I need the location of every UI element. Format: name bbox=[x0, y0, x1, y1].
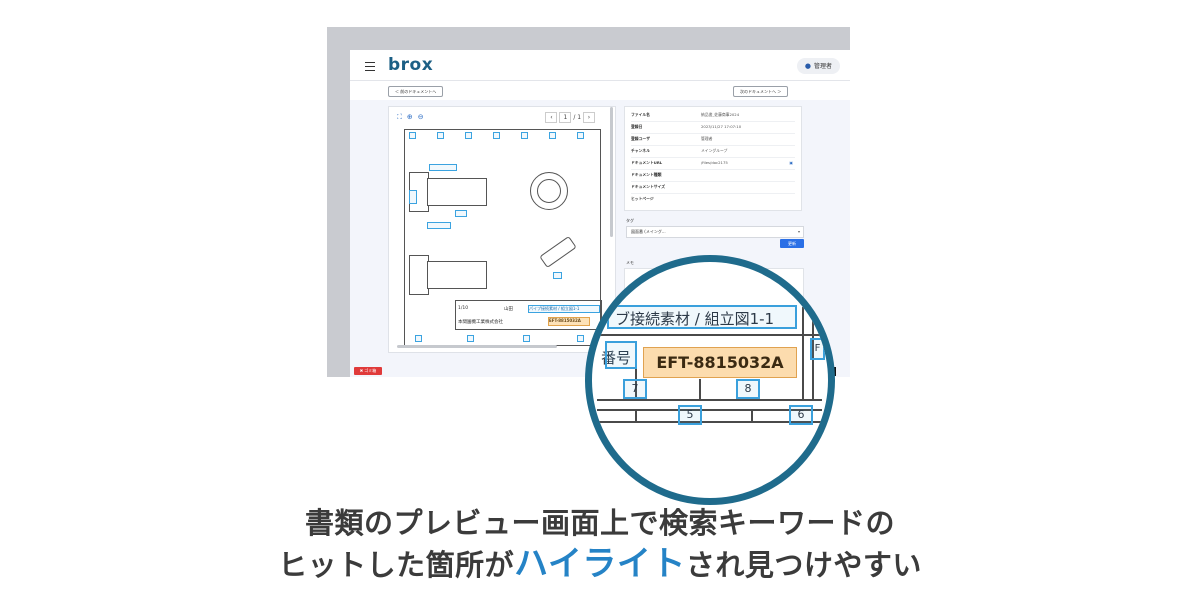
title-block: 1/10 山田 パイプ接続素材 / 組立図1-1 本間園機工業株式会社 EFT-… bbox=[455, 300, 602, 330]
menu-icon[interactable] bbox=[365, 62, 375, 71]
grid-marker-7: 7 bbox=[623, 379, 647, 399]
grid-marker-8: 8 bbox=[736, 379, 760, 399]
user-icon: ● bbox=[804, 62, 811, 70]
bolt-shaft-1 bbox=[427, 178, 487, 206]
tag-label: タグ bbox=[626, 218, 634, 223]
number-hit-highlight: EFT-8815032A bbox=[548, 317, 590, 326]
prev-document-button[interactable]: ＜ 前のドキュメントへ bbox=[388, 86, 444, 97]
top-bar: brox ● 管理者 bbox=[350, 50, 850, 81]
grid-marker bbox=[409, 132, 416, 139]
next-document-button[interactable]: 次のドキュメントへ ＞ bbox=[733, 86, 789, 97]
magnified-grid-hit bbox=[605, 341, 637, 369]
zoom-in-icon[interactable]: ⊕ bbox=[407, 113, 413, 121]
caption-line-2-post: され見つけやすい bbox=[685, 548, 922, 582]
drawing-page: 1/10 山田 パイプ接続素材 / 組立図1-1 本間園機工業株式会社 EFT-… bbox=[404, 129, 602, 346]
next-page-button[interactable]: › bbox=[583, 112, 595, 123]
dimension-hit bbox=[429, 164, 457, 171]
viewer-horizontal-scrollbar[interactable] bbox=[397, 345, 557, 348]
dimension-hit bbox=[553, 272, 562, 279]
grid-marker-5: 5 bbox=[678, 405, 702, 425]
app-logo: brox bbox=[388, 55, 434, 75]
trash-badge[interactable]: ✖ ゴミ箱 bbox=[354, 367, 382, 375]
grid-marker bbox=[465, 132, 472, 139]
user-label: 管理者 bbox=[813, 63, 832, 70]
magnifier-content: ブ接続素材 / 組立図1-1 番号 EFT-8815032A F 7 8 5 6 bbox=[592, 262, 828, 498]
page-total: 1 bbox=[577, 114, 582, 121]
grid-marker bbox=[549, 132, 556, 139]
grid-marker-6: 6 bbox=[789, 405, 813, 425]
magnifier: ブ接続素材 / 組立図1-1 番号 EFT-8815032A F 7 8 5 6 bbox=[585, 255, 835, 505]
grid-marker bbox=[493, 132, 500, 139]
fit-icon[interactable]: ⛶ bbox=[397, 113, 402, 121]
bolt-head-2 bbox=[409, 255, 429, 295]
magnified-title-hit: ブ接続素材 / 組立図1-1 bbox=[607, 305, 797, 329]
drawer-name: 山田 bbox=[504, 307, 513, 312]
document-viewer: ⛶ ⊕ ⊖ ‹ 1 / 1 › 1/10 山田 パイプ接続素材 / 組立図1-1… bbox=[388, 106, 616, 353]
dimension-hit bbox=[455, 210, 467, 217]
document-info-panel: ファイル名 納品書_佐藤商事2024 登録日 2023/11/27 17:07:10… bbox=[624, 106, 802, 211]
prev-page-button[interactable]: ‹ bbox=[545, 112, 558, 123]
dimension-hit bbox=[427, 222, 451, 229]
page-current[interactable]: 1 bbox=[559, 112, 572, 123]
grid-marker bbox=[523, 335, 530, 342]
front-view-inner bbox=[537, 179, 561, 203]
drawing-line bbox=[635, 411, 637, 421]
magnified-number-highlight: EFT-8815032A bbox=[643, 347, 797, 378]
caption-accent: ハイライト bbox=[514, 544, 686, 584]
tag-chip[interactable]: 図面番 (メイング... bbox=[631, 229, 666, 234]
grid-marker bbox=[415, 335, 422, 342]
grid-marker bbox=[467, 335, 474, 342]
drawing-line bbox=[699, 379, 701, 399]
grid-marker bbox=[577, 132, 584, 139]
info-row: ヒットページ bbox=[631, 196, 654, 201]
caption-line-2-pre: ヒットした箇所が bbox=[278, 548, 515, 582]
tag-select[interactable]: 図面番 (メイング... ▾ bbox=[626, 226, 804, 238]
title-hit: パイプ接続素材 / 組立図1-1 bbox=[528, 305, 600, 313]
pager: ‹ 1 / 1 › bbox=[545, 112, 595, 123]
viewer-toolbar: ⛶ ⊕ ⊖ bbox=[397, 113, 429, 122]
grid-marker bbox=[437, 132, 444, 139]
grid-marker bbox=[577, 335, 584, 342]
chevron-down-icon: ▾ bbox=[797, 229, 800, 234]
user-menu[interactable]: ● 管理者 bbox=[796, 58, 840, 74]
update-button[interactable]: 更新 bbox=[780, 239, 804, 248]
grid-marker bbox=[521, 132, 528, 139]
iso-view bbox=[539, 235, 577, 269]
company-name: 本間園機工業株式会社 bbox=[458, 320, 503, 325]
drawing-line bbox=[597, 399, 822, 401]
dimension-hit bbox=[409, 190, 417, 204]
scale-value: 1/10 bbox=[458, 306, 469, 311]
caption-line-2: ヒットした箇所がハイライトされ見つけやすい bbox=[0, 536, 1200, 585]
viewer-vertical-scrollbar[interactable] bbox=[610, 107, 613, 237]
drawing-line bbox=[802, 307, 804, 399]
drawing-line bbox=[751, 411, 753, 421]
copy-icon[interactable]: ▣ bbox=[789, 157, 793, 169]
grid-marker-f: F bbox=[810, 338, 825, 360]
drawing-line bbox=[597, 334, 822, 336]
zoom-out-icon[interactable]: ⊖ bbox=[418, 113, 424, 121]
bolt-shaft-2 bbox=[427, 261, 487, 289]
